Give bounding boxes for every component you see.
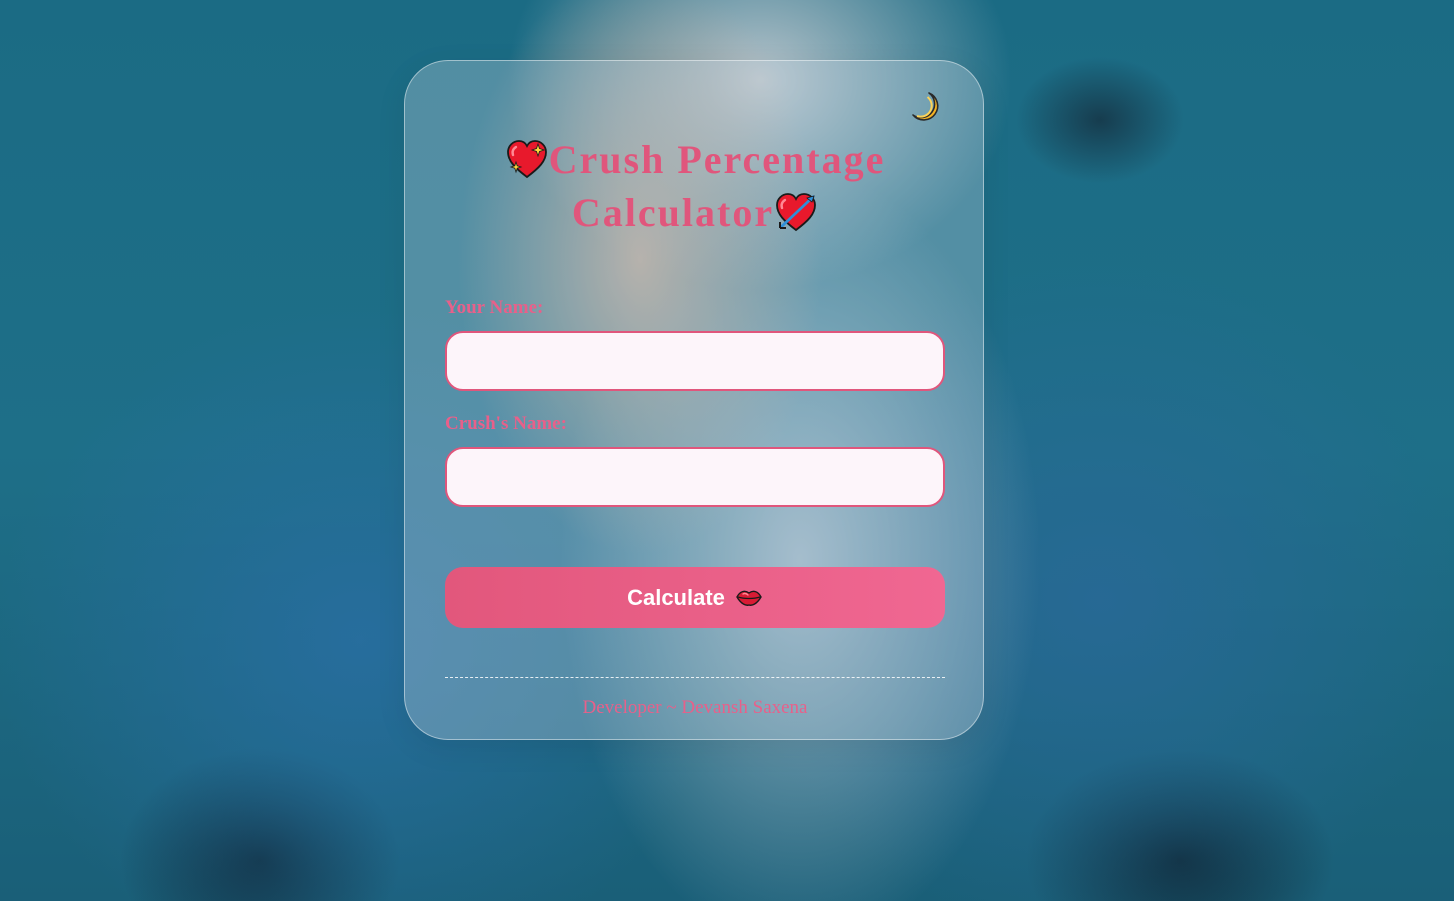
calculate-button[interactable]: Calculate xyxy=(445,567,945,628)
footer-divider xyxy=(445,677,945,678)
calculator-card: Crush Percentage Calculator Your Name: C… xyxy=(404,60,984,740)
title-line-1: Crush Percentage xyxy=(548,137,886,182)
crush-name-label: Crush's Name: xyxy=(445,413,567,434)
heart-with-arrow-icon xyxy=(776,193,816,232)
your-name-label: Your Name: xyxy=(445,297,544,318)
crush-name-input[interactable] xyxy=(445,447,945,507)
kiss-mark-icon xyxy=(736,590,762,606)
crescent-moon-icon xyxy=(912,92,939,121)
title-line-2: Calculator xyxy=(571,190,775,235)
page-title: Crush Percentage Calculator xyxy=(445,133,945,239)
developer-credit: Developer ~ Devansh Saxena xyxy=(582,697,808,718)
theme-toggle-button[interactable] xyxy=(907,89,943,125)
your-name-input[interactable] xyxy=(445,331,945,391)
sparkling-heart-icon xyxy=(506,140,547,179)
calculate-button-label: Calculate xyxy=(627,584,725,610)
